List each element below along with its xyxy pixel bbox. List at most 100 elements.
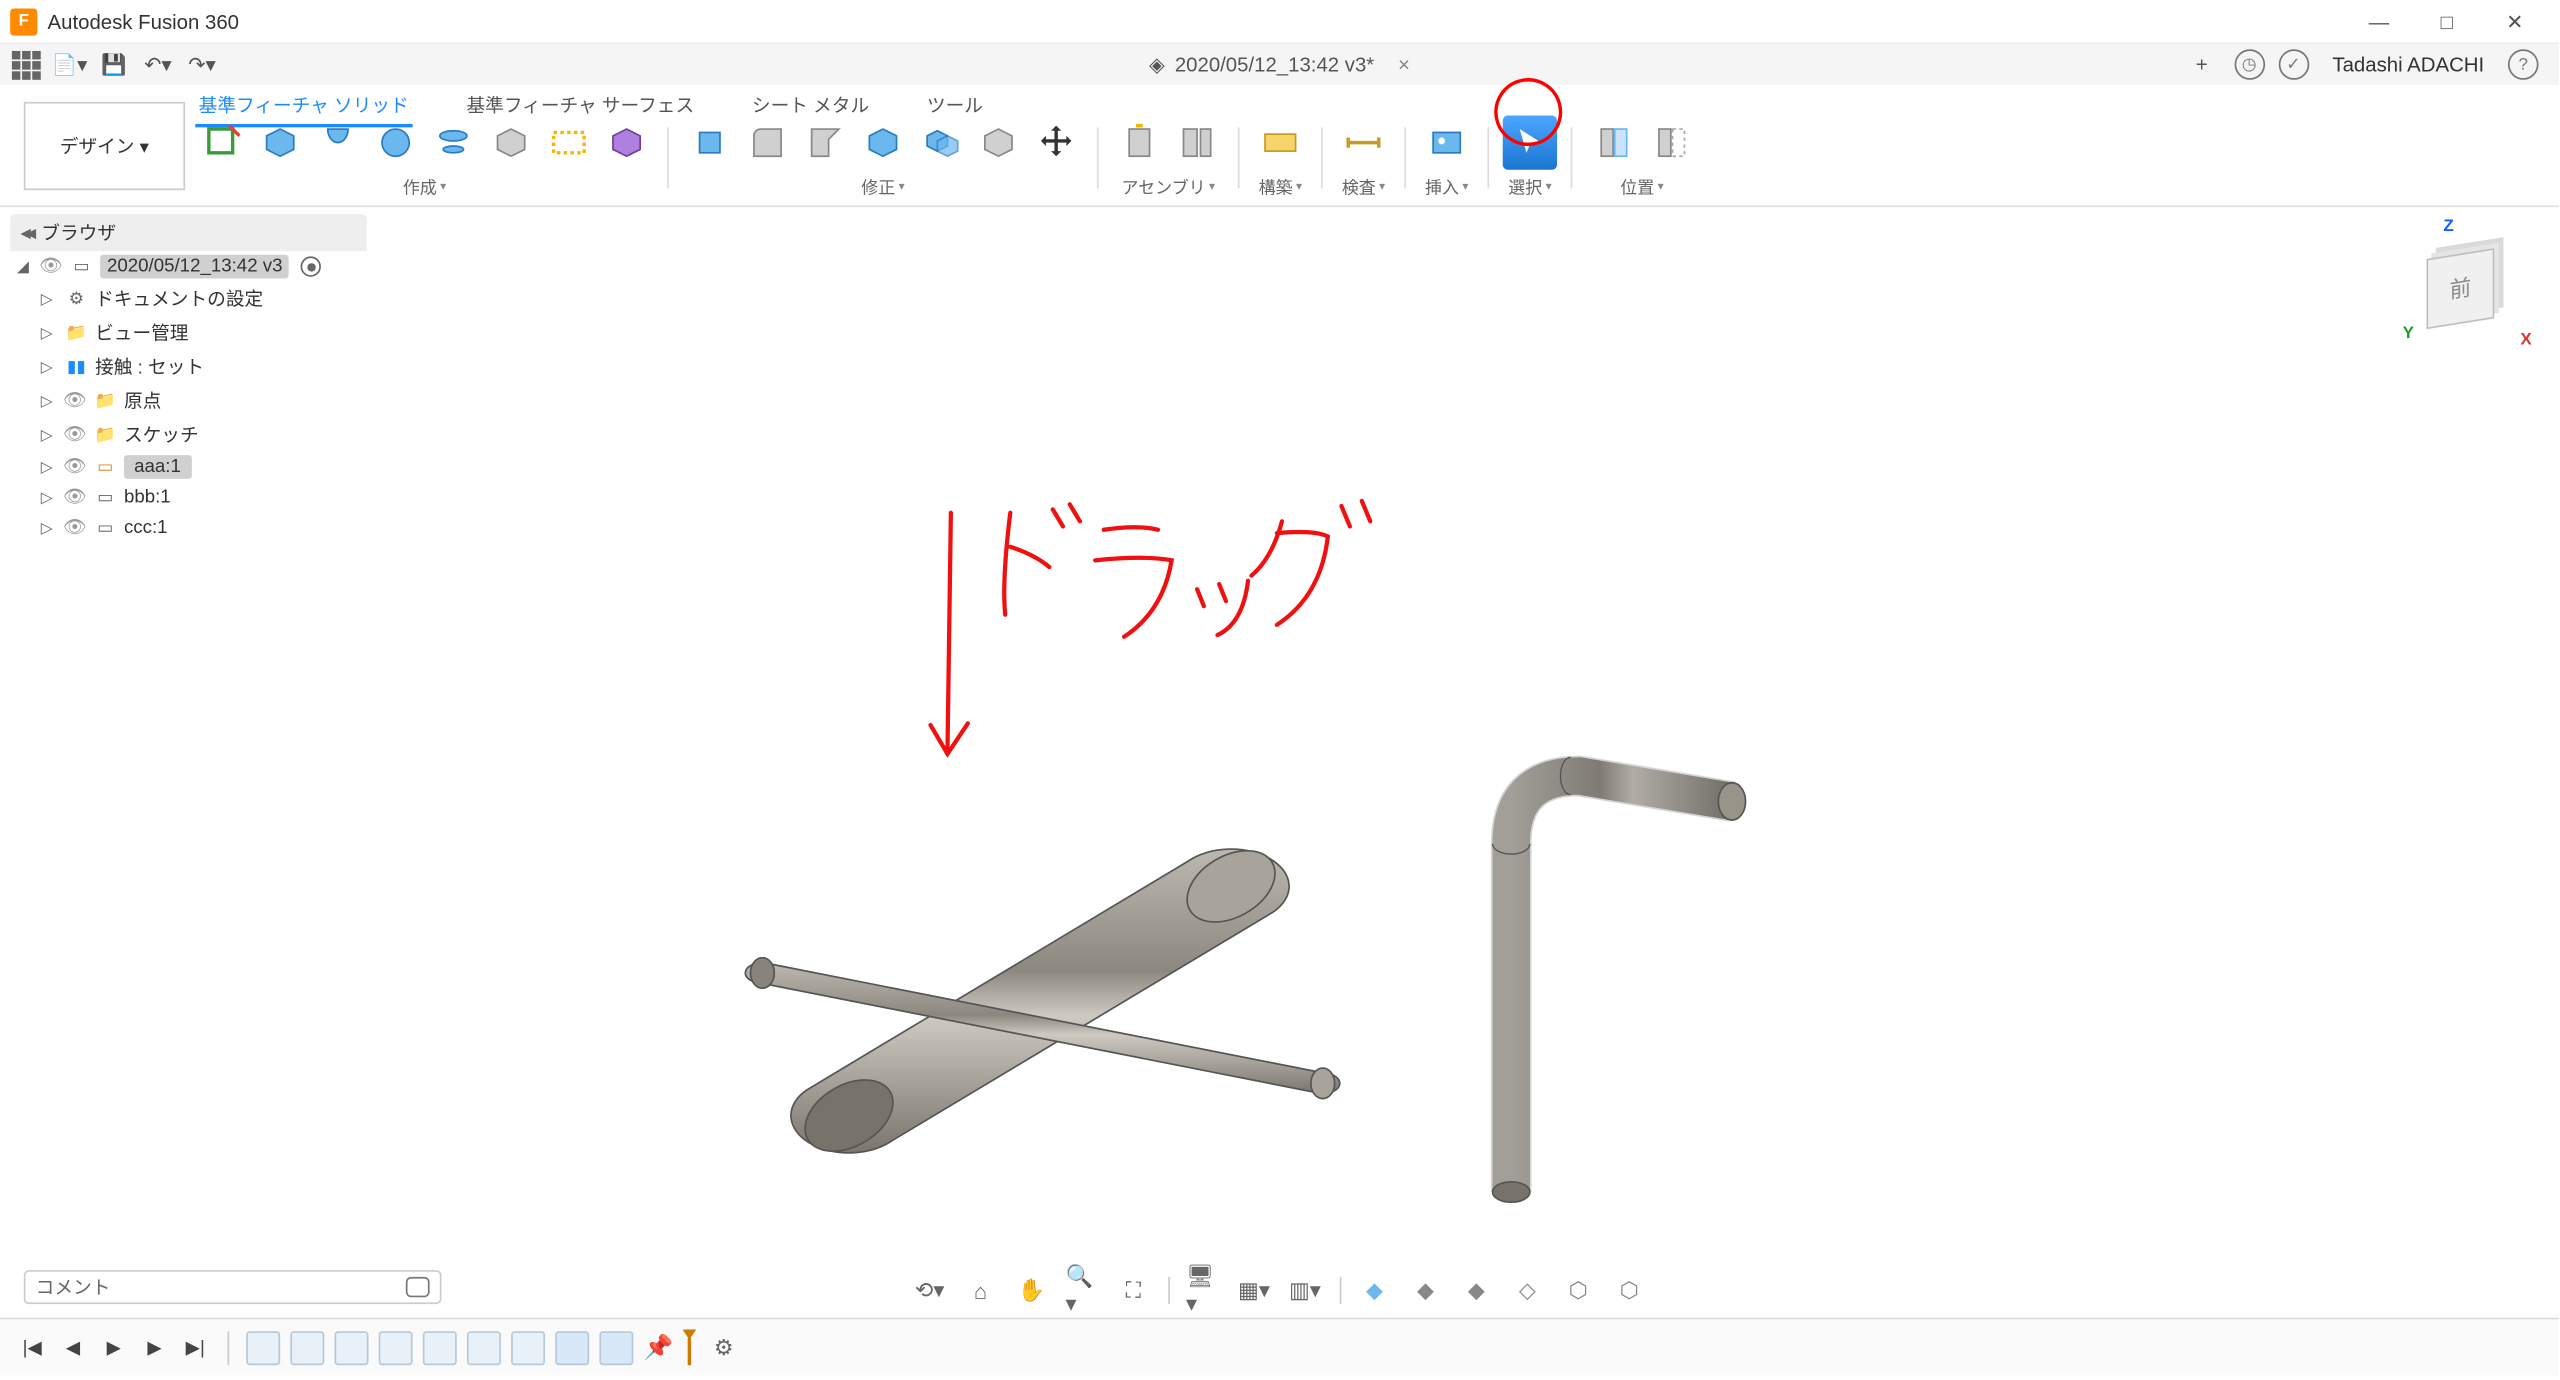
group-assembly-label[interactable]: アセンブリ xyxy=(1122,173,1215,198)
maximize-button[interactable]: □ xyxy=(2413,1,2481,42)
group-select: 選択 xyxy=(1503,115,1557,198)
document-title: 2020/05/12_13:42 v3* xyxy=(1175,53,1374,77)
document-tab[interactable]: ◈ 2020/05/12_13:42 v3* × xyxy=(1149,53,1410,77)
position-capture-button[interactable] xyxy=(1586,115,1640,169)
group-position-label[interactable]: 位置 xyxy=(1620,173,1663,198)
split-button[interactable] xyxy=(971,115,1025,169)
new-tab-button[interactable]: + xyxy=(2183,48,2220,82)
timeline-pin-icon[interactable]: 📌 xyxy=(644,1333,674,1362)
tab-close-button[interactable]: × xyxy=(1398,53,1410,77)
close-button[interactable]: ✕ xyxy=(2481,1,2549,42)
group-modify-label[interactable]: 修正 xyxy=(861,173,904,198)
data-panel-button[interactable] xyxy=(7,48,44,82)
move-button[interactable] xyxy=(1029,115,1083,169)
comment-placeholder: コメント xyxy=(36,1274,111,1301)
grid-settings-button[interactable]: ▦▾ xyxy=(1237,1274,1271,1308)
display-settings-button[interactable]: 🖥▾ xyxy=(1186,1274,1220,1308)
timeline-feature-4[interactable] xyxy=(379,1330,413,1364)
timeline-feature-1[interactable] xyxy=(246,1330,280,1364)
group-modify: 修正 xyxy=(683,115,1084,198)
orbit-button[interactable]: ⟲▾ xyxy=(913,1274,947,1308)
viewport-layout-button[interactable]: ▥▾ xyxy=(1288,1274,1322,1308)
axis-z-label: Z xyxy=(2443,217,2453,236)
app-title: Autodesk Fusion 360 xyxy=(48,9,2345,33)
timeline-feature-3[interactable] xyxy=(335,1330,369,1364)
extrude-button[interactable] xyxy=(253,115,307,169)
group-select-label[interactable]: 選択 xyxy=(1508,173,1551,198)
timeline-feature-2[interactable] xyxy=(290,1330,324,1364)
vis-style-3[interactable]: ◆ xyxy=(1459,1274,1493,1308)
zoom-button[interactable]: 🔍▾ xyxy=(1065,1274,1099,1308)
comment-bar[interactable]: コメント xyxy=(24,1270,442,1304)
vis-style-4[interactable]: ◇ xyxy=(1510,1274,1544,1308)
group-inspect: 検査 xyxy=(1336,115,1390,198)
timeline-feature-5[interactable] xyxy=(423,1330,457,1364)
timeline-feature-8[interactable] xyxy=(555,1330,589,1364)
pan-button[interactable]: ✋ xyxy=(1015,1274,1049,1308)
group-construct-label[interactable]: 構築 xyxy=(1259,173,1302,198)
press-pull-button[interactable] xyxy=(683,115,737,169)
sweep-button[interactable] xyxy=(368,115,422,169)
create-form-button[interactable] xyxy=(599,115,653,169)
file-menu-button[interactable]: 📄▾ xyxy=(51,48,88,82)
quick-access-toolbar: 📄▾ 💾 ↶▾ ↷▾ ◈ 2020/05/12_13:42 v3* × + ◷ … xyxy=(0,44,2559,85)
fit-button[interactable]: ⛶ xyxy=(1116,1274,1150,1308)
chamfer-button[interactable] xyxy=(798,115,852,169)
minimize-button[interactable]: — xyxy=(2345,1,2413,42)
sketch-button[interactable] xyxy=(195,115,249,169)
look-at-button[interactable]: ⌂ xyxy=(964,1274,998,1308)
timeline-play-button[interactable]: ▶ xyxy=(98,1332,129,1363)
model-bent-pipe[interactable] xyxy=(1493,757,1746,1202)
insert-button[interactable] xyxy=(1420,115,1474,169)
vis-style-6[interactable]: ⬡ xyxy=(1612,1274,1646,1308)
timeline: |◀ ◀ ▶ ▶ ▶| 📌 ⚙ xyxy=(0,1318,2559,1376)
workspace-dropdown[interactable]: デザイン ▾ xyxy=(24,102,185,190)
plane-button[interactable] xyxy=(542,115,596,169)
app-icon: F xyxy=(10,8,37,35)
fillet-button[interactable] xyxy=(740,115,794,169)
job-status-button[interactable]: ✓ xyxy=(2278,49,2309,80)
group-inspect-label[interactable]: 検査 xyxy=(1342,173,1385,198)
viewport[interactable]: Z 前 X Y xyxy=(0,207,2559,1273)
user-menu[interactable]: Tadashi ADACHI xyxy=(2322,53,2494,77)
timeline-prev-button[interactable]: ◀ xyxy=(58,1332,89,1363)
revolve-button[interactable] xyxy=(311,115,365,169)
timeline-marker[interactable] xyxy=(683,1329,697,1366)
vis-style-1[interactable]: ◆ xyxy=(1358,1274,1392,1308)
joint-button[interactable] xyxy=(1112,115,1166,169)
shell-button[interactable] xyxy=(856,115,910,169)
group-construct: 構築 xyxy=(1253,115,1307,198)
measure-button[interactable] xyxy=(1336,115,1390,169)
position-revert-button[interactable] xyxy=(1644,115,1698,169)
timeline-start-button[interactable]: |◀ xyxy=(17,1332,48,1363)
timeline-feature-7[interactable] xyxy=(511,1330,545,1364)
timeline-feature-6[interactable] xyxy=(467,1330,501,1364)
undo-button[interactable]: ↶▾ xyxy=(139,48,176,82)
save-button[interactable]: 💾 xyxy=(95,48,132,82)
combine-button[interactable] xyxy=(914,115,968,169)
joint-origin-button[interactable] xyxy=(1170,115,1224,169)
help-button[interactable]: ? xyxy=(2508,49,2539,80)
group-assembly: アセンブリ xyxy=(1112,115,1224,198)
group-position: 位置 xyxy=(1586,115,1698,198)
viewcube[interactable]: Z 前 X Y xyxy=(2406,228,2525,347)
select-button[interactable] xyxy=(1503,115,1557,169)
titlebar: F Autodesk Fusion 360 — □ ✕ xyxy=(0,0,2559,44)
timeline-next-button[interactable]: ▶ xyxy=(139,1332,170,1363)
timeline-feature-9[interactable] xyxy=(599,1330,633,1364)
viewcube-front-face[interactable]: 前 xyxy=(2427,248,2495,329)
box-button[interactable] xyxy=(484,115,538,169)
group-insert-label[interactable]: 挿入 xyxy=(1425,173,1468,198)
timeline-end-button[interactable]: ▶| xyxy=(180,1332,211,1363)
group-insert: 挿入 xyxy=(1420,115,1474,198)
group-create-label[interactable]: 作成 xyxy=(403,173,446,198)
vis-style-5[interactable]: ⬡ xyxy=(1561,1274,1595,1308)
redo-button[interactable]: ↷▾ xyxy=(183,48,220,82)
loft-button[interactable] xyxy=(426,115,480,169)
timeline-settings-button[interactable]: ⚙ xyxy=(714,1334,734,1361)
nav-toolbar: ⟲▾ ⌂ ✋ 🔍▾ ⛶ 🖥▾ ▦▾ ▥▾ ◆ ◆ ◆ ◇ ⬡ ⬡ xyxy=(913,1274,1647,1308)
vis-style-2[interactable]: ◆ xyxy=(1408,1274,1442,1308)
axis-x-label: X xyxy=(2520,331,2531,350)
construct-plane-button[interactable] xyxy=(1253,115,1307,169)
extensions-button[interactable]: ◷ xyxy=(2234,49,2265,80)
